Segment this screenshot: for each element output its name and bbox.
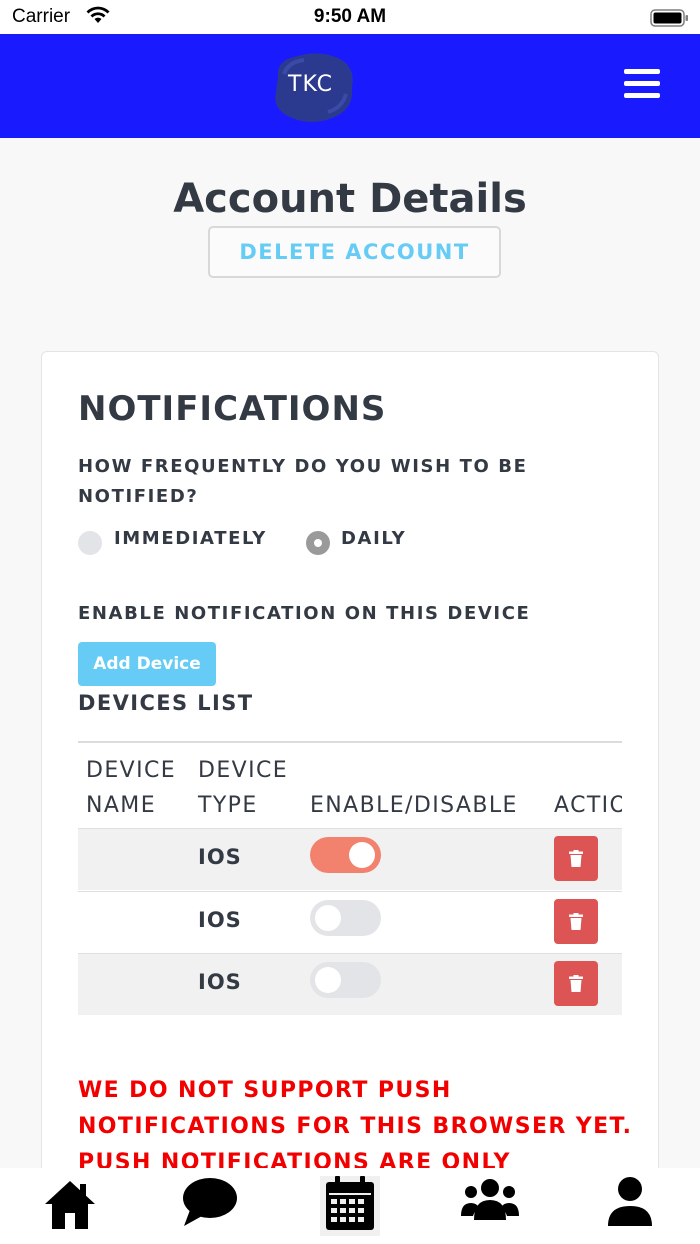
table-row: IOS	[78, 891, 622, 953]
device-type-cell: IOS	[198, 970, 242, 994]
profile-icon[interactable]	[600, 1176, 660, 1236]
top-nav-bar: TKC	[0, 34, 700, 138]
header-device-type: DEVICE TYPE	[198, 758, 289, 818]
enable-toggle[interactable]	[310, 962, 381, 998]
hamburger-menu-icon[interactable]	[624, 69, 660, 99]
frequency-question: HOW FREQUENTLY DO YOU WISH TO BE NOTIFIE…	[78, 456, 528, 507]
page-title: Account Details	[173, 176, 527, 222]
enable-toggle[interactable]	[310, 837, 381, 873]
header-enable-disable: ENABLE/DISABLE	[310, 793, 518, 818]
status-bar: Carrier 9:50 AM	[0, 0, 700, 34]
table-row: IOS	[78, 953, 622, 1015]
enable-toggle[interactable]	[310, 900, 381, 936]
enable-notification-label: ENABLE NOTIFICATION ON THIS DEVICE	[78, 603, 531, 624]
trash-icon	[569, 975, 583, 992]
device-type-cell: IOS	[198, 908, 242, 932]
delete-account-button[interactable]: DELETE ACCOUNT	[208, 226, 501, 278]
device-type-cell: IOS	[198, 845, 242, 869]
logo-text: TKC	[288, 72, 334, 97]
devices-table: DEVICE NAME DEVICE TYPE ENABLE/DISABLE A…	[78, 741, 622, 1015]
chat-icon[interactable]	[180, 1176, 240, 1236]
radio-daily-label[interactable]: DAILY	[341, 528, 406, 549]
push-warning-text: WE DO NOT SUPPORT PUSH NOTIFICATIONS FOR…	[78, 1078, 633, 1175]
radio-immediately-label[interactable]: IMMEDIATELY	[114, 528, 267, 549]
status-time: 9:50 AM	[313, 6, 387, 27]
calendar-icon[interactable]	[320, 1176, 380, 1236]
header-action: ACTION	[554, 793, 622, 818]
delete-device-button[interactable]	[554, 961, 598, 1006]
bottom-tab-bar	[0, 1168, 700, 1244]
devices-list-title: DEVICES LIST	[78, 691, 254, 715]
trash-icon	[569, 850, 583, 867]
notifications-title: NOTIFICATIONS	[78, 389, 387, 429]
radio-daily[interactable]	[306, 531, 330, 555]
group-icon[interactable]	[460, 1176, 520, 1236]
delete-device-button[interactable]	[554, 836, 598, 881]
delete-device-button[interactable]	[554, 899, 598, 944]
trash-icon	[569, 913, 583, 930]
add-device-button[interactable]: Add Device	[78, 642, 216, 686]
battery-icon	[650, 8, 690, 32]
radio-immediately[interactable]	[78, 531, 102, 555]
table-row: IOS	[78, 828, 622, 890]
header-device-name: DEVICE NAME	[86, 758, 177, 818]
home-icon[interactable]	[40, 1176, 100, 1236]
